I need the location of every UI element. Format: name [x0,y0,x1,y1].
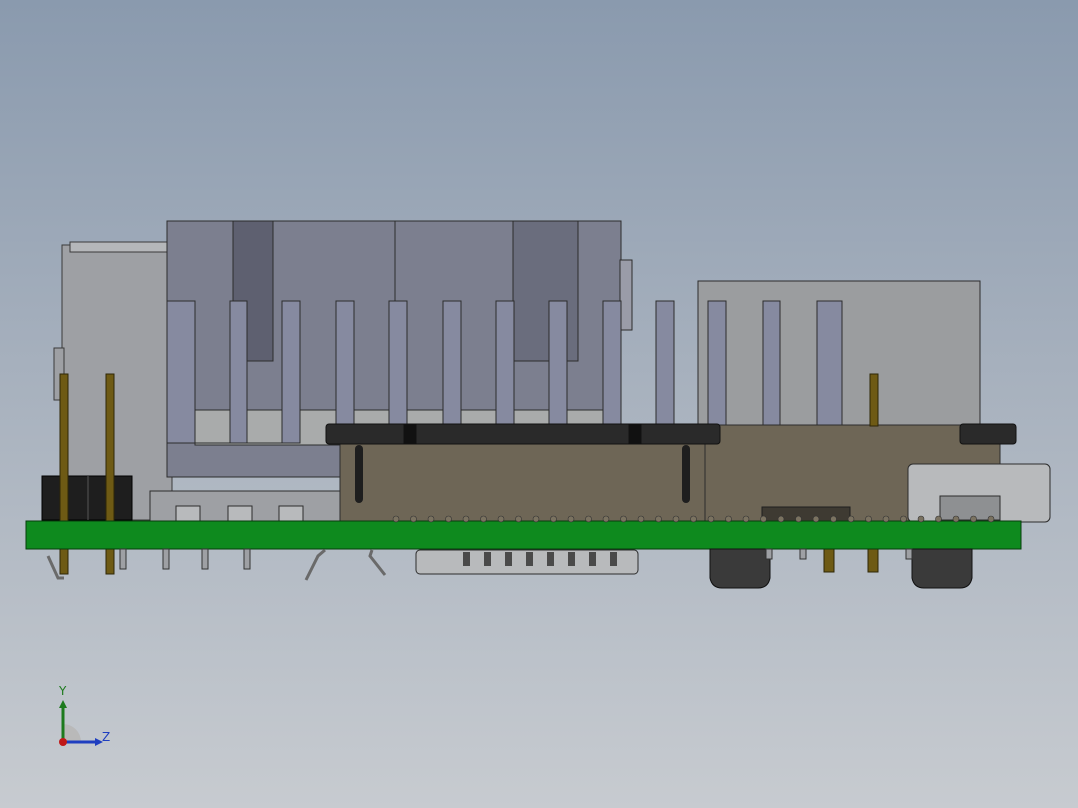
solder-bump [812,515,820,523]
solder-bump [900,515,907,523]
right-small-connector [907,463,1051,523]
solder-bump [760,515,767,523]
connector-pin [547,552,554,566]
graphics-viewport[interactable]: Y Z [0,0,1078,808]
solder-bump [515,515,522,523]
solder-bump [497,515,505,523]
connector-pin [568,552,575,566]
solder-bump [725,515,732,523]
solder-bump [935,515,942,523]
solder-bump [777,515,785,523]
connector-pin [484,552,491,566]
solder-bump [655,515,662,523]
z-axis-label: Z [102,730,111,744]
solder-bump [970,515,977,523]
solder-bumps [392,515,995,523]
solder-bump [987,515,995,523]
solder-bump [917,515,925,523]
solder-bump [672,515,680,523]
solder-bump [637,515,645,523]
coordinate-triad: Y Z [48,684,118,754]
solder-bump [550,515,557,523]
solder-bump [690,515,697,523]
solder-bump [480,515,487,523]
solder-bump [882,515,890,523]
solder-bump [602,515,610,523]
solder-bump [392,515,400,523]
pcb-assembly-model[interactable] [0,0,1078,808]
solder-bump [532,515,540,523]
solder-bump [830,515,837,523]
pin-header-block [41,475,133,521]
connector-pin [463,552,470,566]
solder-bump [865,515,872,523]
connector-pin [505,552,512,566]
solder-bump [952,515,960,523]
solder-bump [445,515,452,523]
connector-pin [589,552,596,566]
solder-bump [620,515,627,523]
solder-bump [742,515,750,523]
solder-bump [707,515,715,523]
connector-pin [610,552,617,566]
low-connector [149,490,341,522]
pcb-board [25,520,1022,550]
solder-bump [585,515,592,523]
connector-pin [526,552,533,566]
solder-bump [567,515,575,523]
y-axis-label: Y [59,684,67,698]
solder-bump [462,515,470,523]
solder-bump [795,515,802,523]
solder-bump [847,515,855,523]
solder-bump [427,515,435,523]
solder-bump [410,515,417,523]
